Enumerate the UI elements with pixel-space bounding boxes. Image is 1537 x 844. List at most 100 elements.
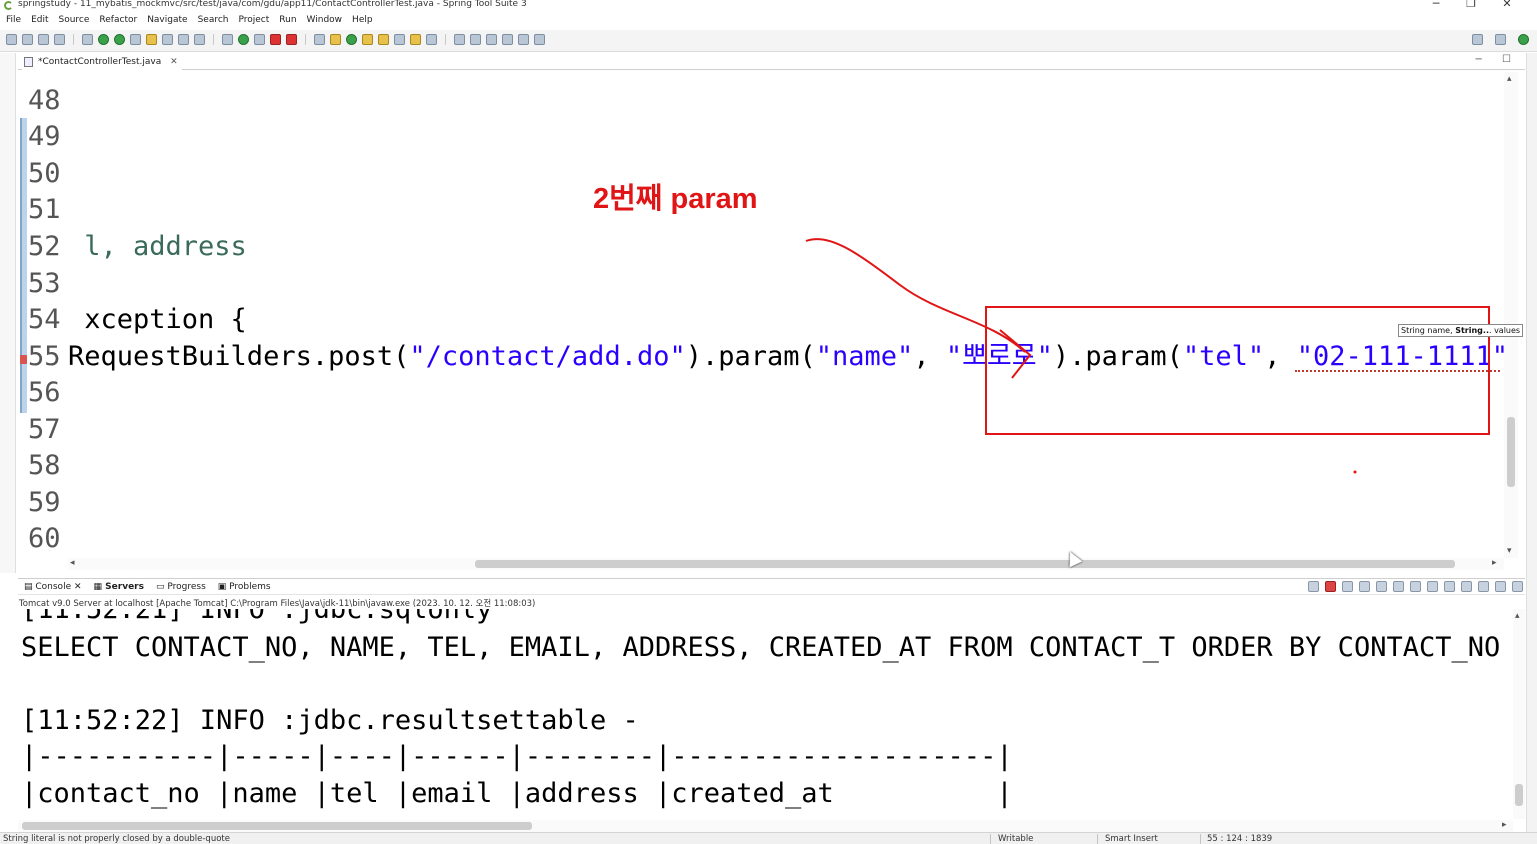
show-on-error-icon[interactable] (1444, 581, 1455, 592)
console-output[interactable]: [11:52:21] INFO :jdbc.sqlonly SELECT CON… (18, 609, 1513, 819)
toolbar-separator (213, 34, 214, 45)
new-package-icon[interactable] (330, 34, 341, 45)
menu-project[interactable]: Project (238, 13, 269, 28)
scroll-thumb[interactable] (475, 560, 1455, 568)
console-line: SELECT CONTACT_NO, NAME, TEL, EMAIL, ADD… (21, 632, 1513, 663)
menu-source[interactable]: Source (59, 13, 90, 28)
menu-window[interactable]: Window (307, 13, 343, 28)
scroll-thumb[interactable] (22, 822, 532, 830)
tab-contact-controller-test[interactable]: *ContactControllerTest.java ✕ (22, 54, 182, 70)
open-perspective-icon[interactable] (1495, 34, 1506, 45)
open-resource-icon[interactable] (410, 34, 421, 45)
show-on-output-icon[interactable] (1427, 581, 1438, 592)
print-icon[interactable] (54, 34, 65, 45)
mark-occurrences-icon[interactable] (146, 34, 157, 45)
display-console-icon[interactable] (1478, 581, 1489, 592)
tab-problems[interactable]: ▣ Problems (218, 579, 271, 594)
menu-refactor[interactable]: Refactor (99, 13, 137, 28)
editor-vertical-scrollbar[interactable]: ▴ ▾ (1504, 72, 1518, 558)
parameter-hint-tooltip: String name, String... values (1398, 324, 1524, 337)
menu-navigate[interactable]: Navigate (147, 13, 187, 28)
status-insert-mode: Smart Insert (1105, 834, 1158, 844)
pin-editor-icon[interactable] (534, 34, 545, 45)
pin-console-icon[interactable] (1461, 581, 1472, 592)
scroll-lock-icon[interactable] (1393, 581, 1404, 592)
code-line: 57 (28, 414, 61, 445)
menu-edit[interactable]: Edit (31, 13, 48, 28)
code-line: 52 l, address (28, 231, 247, 262)
scroll-right-icon[interactable]: ▸ (1502, 820, 1507, 830)
console-line: [11:52:21] INFO :jdbc.sqlonly (21, 609, 493, 625)
tab-servers[interactable]: ▦ Servers (94, 579, 144, 594)
remove-launch-icon[interactable] (1342, 581, 1353, 592)
spring-perspective-icon[interactable] (1518, 34, 1529, 45)
close-tab-icon[interactable]: ✕ (170, 57, 178, 67)
menu-run[interactable]: Run (279, 13, 296, 28)
close-window-button[interactable]: ✕ (1497, 0, 1517, 10)
run-icon[interactable] (238, 34, 249, 45)
console-vertical-scrollbar[interactable]: ▴ (1513, 609, 1525, 819)
block-selection-icon[interactable] (178, 34, 189, 45)
next-annotation-icon[interactable] (454, 34, 465, 45)
new-class-icon[interactable] (346, 34, 357, 45)
open-folder-icon[interactable] (362, 34, 373, 45)
debug-icon[interactable] (222, 34, 233, 45)
new-java-project-icon[interactable] (314, 34, 325, 45)
close-console-icon[interactable]: ✕ (74, 582, 82, 592)
main-toolbar (0, 30, 1537, 52)
menu-help[interactable]: Help (352, 13, 373, 28)
scroll-left-icon[interactable]: ◂ (70, 558, 75, 568)
tab-console[interactable]: ▤ Console ✕ (24, 579, 82, 594)
coverage-icon[interactable] (254, 34, 265, 45)
save-icon[interactable] (22, 34, 33, 45)
open-console-icon[interactable] (1495, 581, 1506, 592)
problems-icon: ▣ (217, 582, 230, 592)
word-wrap-icon[interactable] (162, 34, 173, 45)
stop-icon[interactable] (270, 34, 281, 45)
toolbar-separator (305, 34, 306, 45)
open-task-icon[interactable] (378, 34, 389, 45)
minimize-button[interactable]: ─ (1426, 0, 1446, 10)
skip-breakpoints-icon[interactable] (82, 34, 93, 45)
show-whitespace-icon[interactable] (194, 34, 205, 45)
search-tool-icon[interactable] (394, 34, 405, 45)
console-tab-bar: ▤ Console ✕ ▦ Servers ▭ Progress ▣ Probl… (18, 578, 1525, 595)
open-type-icon[interactable] (130, 34, 141, 45)
boot-dashboard-icon[interactable] (98, 34, 109, 45)
menu-search[interactable]: Search (198, 13, 229, 28)
editor-horizontal-scrollbar[interactable]: ◂ ▸ (68, 558, 1504, 570)
forward-icon[interactable] (518, 34, 529, 45)
remove-all-icon[interactable] (1359, 581, 1370, 592)
last-edit-icon[interactable] (486, 34, 497, 45)
scroll-thumb[interactable] (1515, 784, 1523, 806)
clear-console-icon[interactable] (1376, 581, 1387, 592)
scroll-down-icon[interactable]: ▾ (1507, 546, 1512, 556)
editor-view-controls[interactable]: − ☐ (1474, 54, 1519, 65)
save-all-icon[interactable] (38, 34, 49, 45)
error-marker-icon[interactable] (20, 355, 27, 364)
scroll-up-icon[interactable]: ▴ (1515, 611, 1520, 621)
status-writable: Writable (998, 834, 1034, 844)
console-icon: ▤ (24, 582, 36, 592)
search-icon[interactable] (1472, 34, 1483, 45)
scroll-thumb[interactable] (1507, 417, 1515, 487)
external-tools-icon[interactable] (286, 34, 297, 45)
tab-progress[interactable]: ▭ Progress (156, 579, 206, 594)
new-icon[interactable] (6, 34, 17, 45)
quick-diff-bar (20, 118, 27, 413)
stop-icon[interactable] (1325, 581, 1336, 592)
editor-tab-bar: *ContactControllerTest.java ✕ − ☐ (18, 53, 1525, 70)
word-wrap-icon[interactable] (1410, 581, 1421, 592)
scroll-right-icon[interactable]: ▸ (1492, 558, 1497, 568)
gear-icon[interactable] (1512, 581, 1523, 592)
restore-button[interactable]: ❐ (1461, 0, 1481, 10)
back-icon[interactable] (502, 34, 513, 45)
console-horizontal-scrollbar[interactable]: ▸ (18, 820, 1513, 832)
scroll-up-icon[interactable]: ▴ (1507, 74, 1512, 84)
menu-file[interactable]: File (6, 13, 21, 28)
code-line: 56 (28, 377, 61, 408)
refresh-icon[interactable] (114, 34, 125, 45)
terminate-icon[interactable] (1308, 581, 1319, 592)
previous-annotation-icon[interactable] (470, 34, 481, 45)
globe-icon[interactable] (426, 34, 437, 45)
